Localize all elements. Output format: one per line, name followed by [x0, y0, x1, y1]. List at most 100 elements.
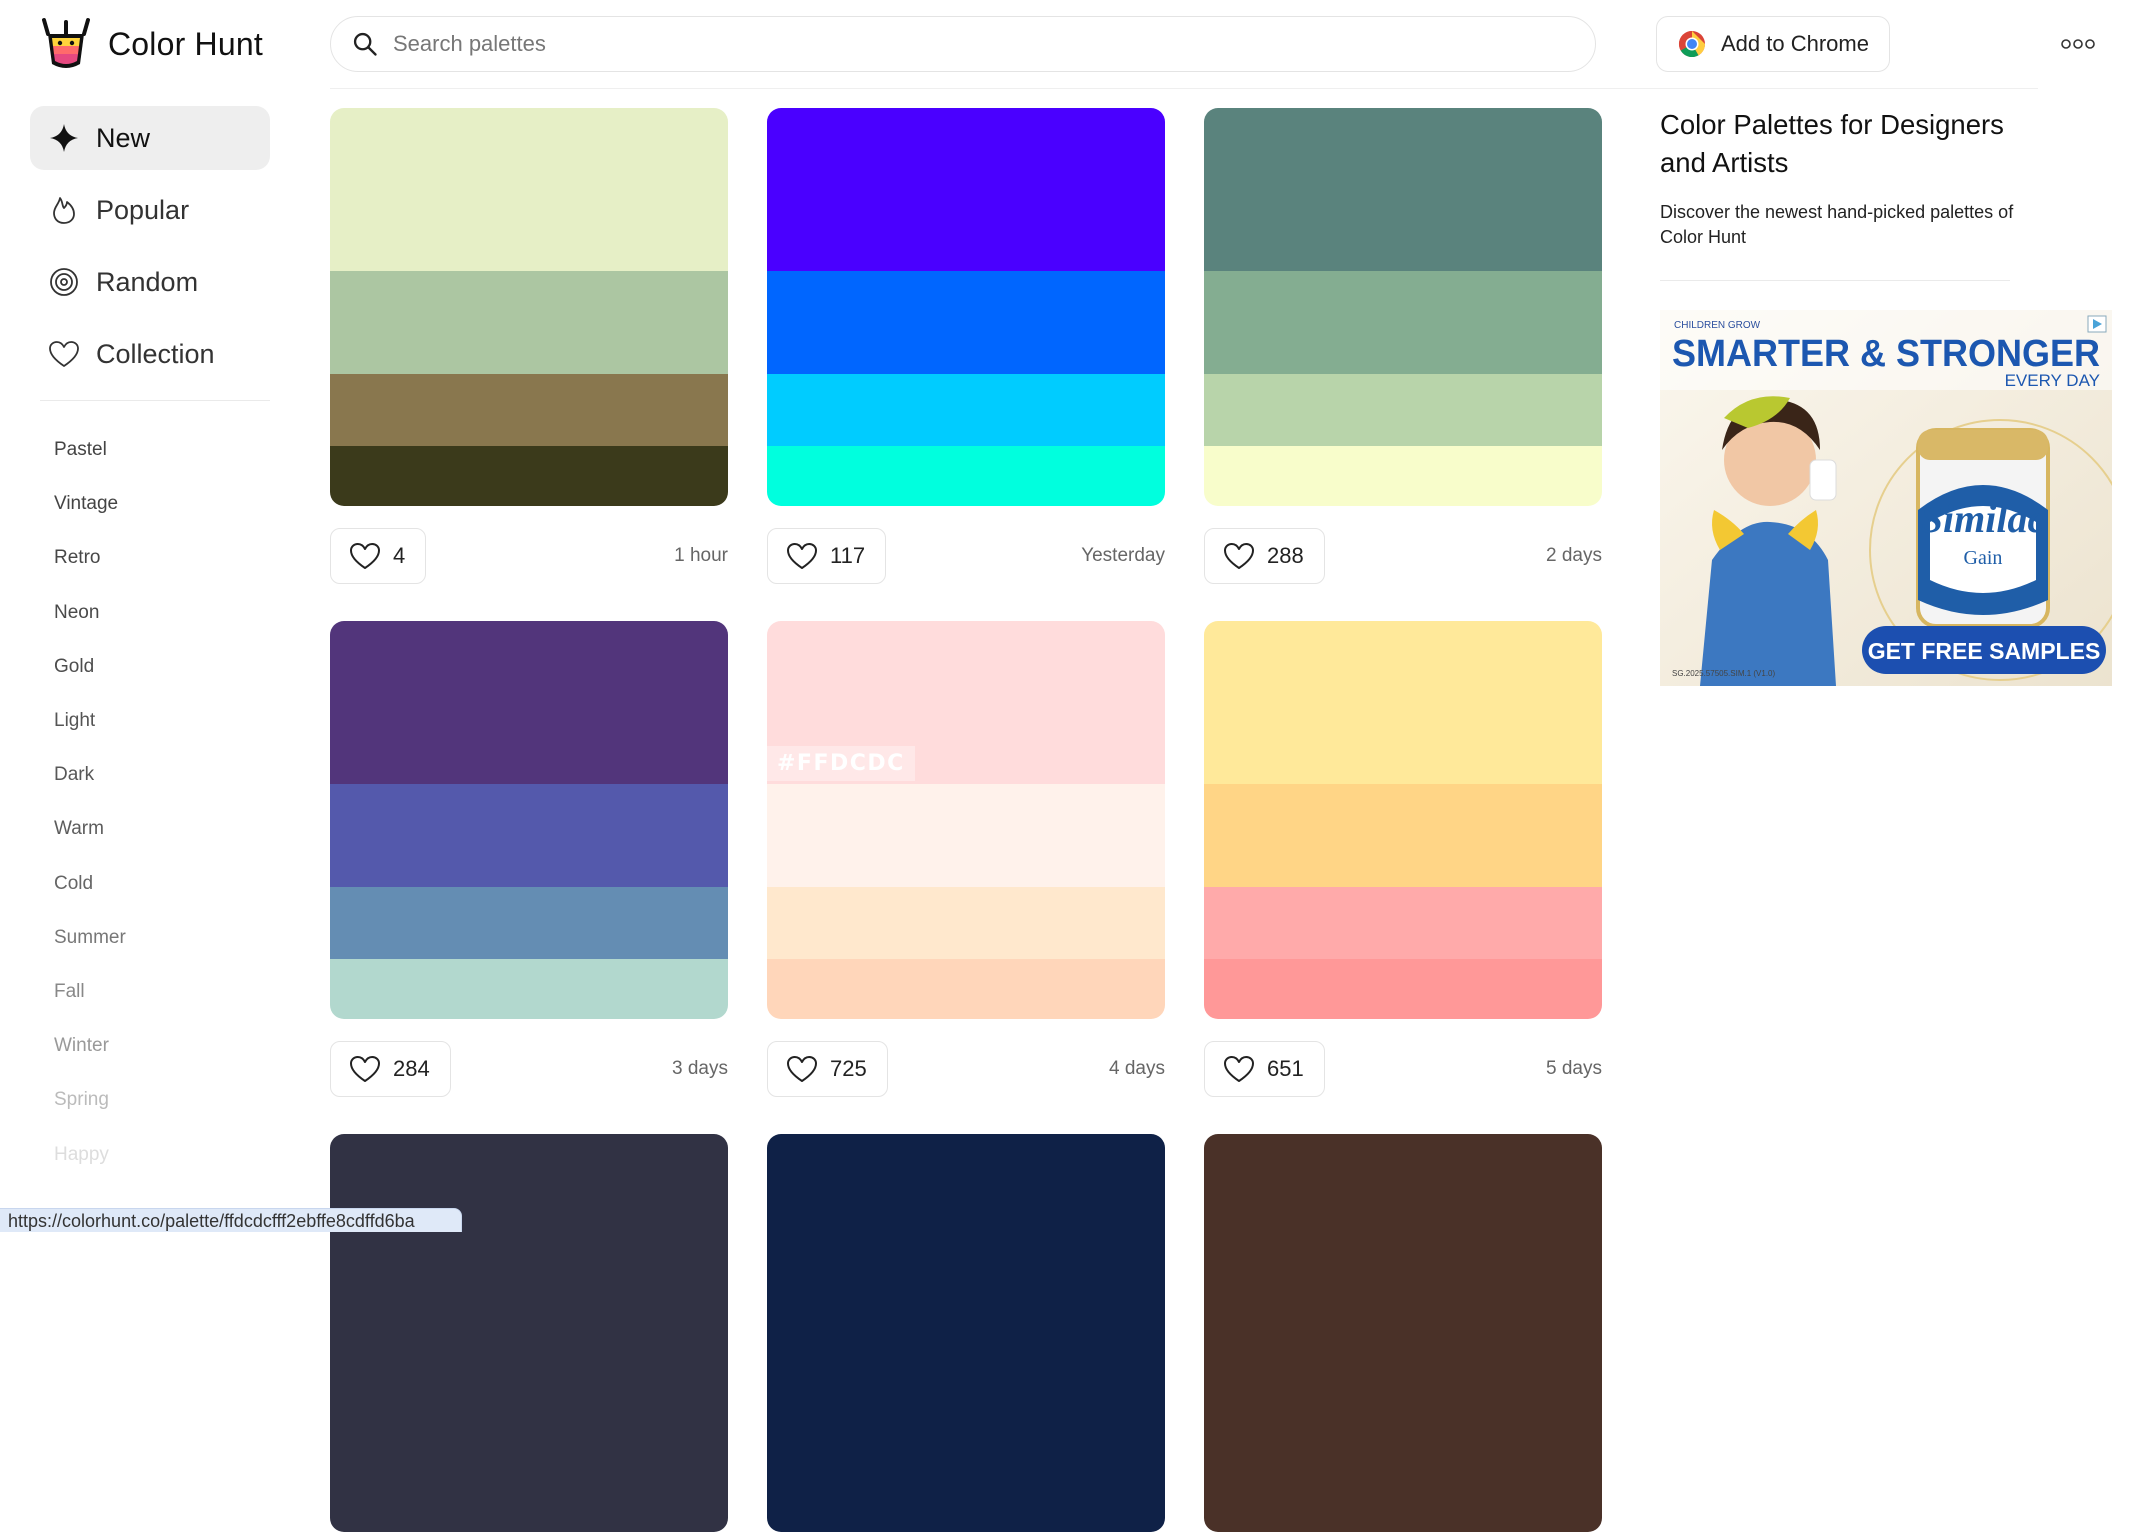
search-input[interactable]: [391, 30, 1575, 58]
palette-swatch[interactable]: [330, 621, 728, 1019]
color-band[interactable]: [767, 959, 1165, 1019]
color-band[interactable]: [767, 784, 1165, 887]
color-band[interactable]: [767, 108, 1165, 271]
color-band[interactable]: [1204, 1134, 1602, 1532]
palette-meta: 4 1 hour: [330, 528, 728, 584]
palette-card[interactable]: [767, 1134, 1165, 1532]
like-button[interactable]: 4: [330, 528, 427, 584]
tag-happy[interactable]: Happy: [30, 1127, 270, 1181]
palette-age: 1 hour: [674, 545, 728, 566]
color-band[interactable]: [330, 887, 728, 959]
color-band[interactable]: [330, 1134, 728, 1532]
color-band[interactable]: [1204, 784, 1602, 887]
chrome-icon: [1678, 30, 1706, 58]
tag-retro[interactable]: Retro: [30, 531, 270, 585]
like-button[interactable]: 284: [330, 1041, 451, 1097]
palette-meta: 117 Yesterday: [767, 528, 1165, 584]
color-band[interactable]: [330, 271, 728, 374]
like-button[interactable]: 725: [767, 1041, 888, 1097]
search-icon: [353, 32, 377, 56]
palette-swatch[interactable]: [330, 1134, 728, 1532]
palette-swatch[interactable]: [1204, 1134, 1602, 1532]
tag-light[interactable]: Light: [30, 694, 270, 748]
heart-icon: [787, 543, 817, 569]
sidebar-item-random[interactable]: Random: [30, 250, 270, 314]
palette-card[interactable]: 4 1 hour: [330, 108, 728, 584]
tag-spring[interactable]: Spring: [30, 1073, 270, 1127]
color-band[interactable]: [1204, 621, 1602, 784]
palette-swatch[interactable]: [1204, 108, 1602, 506]
palette-meta: 651 5 days: [1204, 1041, 1602, 1097]
sidebar-item-label: Collection: [96, 338, 215, 369]
color-band[interactable]: [1204, 959, 1602, 1019]
like-button[interactable]: 117: [767, 528, 887, 584]
color-band[interactable]: [1204, 374, 1602, 446]
color-band[interactable]: [767, 271, 1165, 374]
like-count: 725: [830, 1056, 867, 1081]
color-band[interactable]: [1204, 887, 1602, 959]
ad-small-print: SG.2025.57505.SIM.1 (V1.0): [1672, 669, 1776, 678]
color-band[interactable]: [330, 784, 728, 887]
color-band[interactable]: [767, 374, 1165, 446]
palette-age: 2 days: [1546, 545, 1602, 566]
sidebar-item-new[interactable]: New: [30, 106, 270, 170]
color-band[interactable]: [767, 1134, 1165, 1532]
color-band[interactable]: [330, 374, 728, 446]
palette-card[interactable]: 284 3 days: [330, 621, 728, 1097]
ad-headline: SMARTER & STRONGER: [1672, 333, 2100, 375]
color-band[interactable]: [1204, 446, 1602, 506]
like-count: 288: [1267, 543, 1304, 568]
more-menu-button[interactable]: [2056, 26, 2100, 62]
add-to-chrome-button[interactable]: Add to Chrome: [1656, 16, 1890, 72]
heart-icon: [350, 1056, 380, 1082]
palette-swatch[interactable]: [330, 108, 728, 506]
heart-icon: [1224, 543, 1254, 569]
advertisement-banner[interactable]: CHILDREN GROW SMARTER & STRONGER EVERY D…: [1660, 310, 2112, 686]
search-bar[interactable]: [330, 16, 1596, 72]
color-band[interactable]: [767, 446, 1165, 506]
like-button[interactable]: 651: [1204, 1041, 1325, 1097]
color-band[interactable]: [767, 887, 1165, 959]
color-band[interactable]: [330, 959, 728, 1019]
palette-card[interactable]: 288 2 days: [1204, 108, 1602, 584]
brand-logo[interactable]: Color Hunt: [40, 14, 263, 74]
color-band[interactable]: [330, 108, 728, 271]
color-band[interactable]: [1204, 108, 1602, 271]
heart-icon: [787, 1056, 817, 1082]
hex-code-label[interactable]: #FFDCDC: [767, 746, 915, 781]
like-button[interactable]: 288: [1204, 528, 1325, 584]
palette-swatch[interactable]: #FFDCDC: [767, 621, 1165, 1019]
tag-warm[interactable]: Warm: [30, 802, 270, 856]
tag-pastel[interactable]: Pastel: [30, 423, 270, 477]
intro-divider: [1660, 280, 2010, 281]
tag-fall[interactable]: Fall: [30, 965, 270, 1019]
color-band[interactable]: [1204, 271, 1602, 374]
ad-cta: GET FREE SAMPLES: [1868, 638, 2101, 664]
color-band[interactable]: [330, 621, 728, 784]
tag-winter[interactable]: Winter: [30, 1019, 270, 1073]
sidebar-item-collection[interactable]: Collection: [30, 322, 270, 386]
tag-vintage[interactable]: Vintage: [30, 477, 270, 531]
palette-card[interactable]: [330, 1134, 728, 1532]
palette-swatch[interactable]: [1204, 621, 1602, 1019]
ad-subline: EVERY DAY: [2005, 371, 2100, 390]
flame-icon: [53, 197, 75, 224]
more-dots-icon: [2061, 39, 2095, 49]
palette-swatch[interactable]: [767, 1134, 1165, 1532]
tag-dark[interactable]: Dark: [30, 748, 270, 802]
palette-card[interactable]: #FFDCDC 725 4 days: [767, 621, 1165, 1097]
palette-card[interactable]: 117 Yesterday: [767, 108, 1165, 584]
palette-swatch[interactable]: [767, 108, 1165, 506]
tag-neon[interactable]: Neon: [30, 586, 270, 640]
sidebar: New Popular Random Collection Pastel Vint…: [30, 106, 270, 1182]
tag-gold[interactable]: Gold: [30, 640, 270, 694]
heart-icon: [1224, 1056, 1254, 1082]
like-count: 4: [393, 543, 406, 568]
palette-card[interactable]: [1204, 1134, 1602, 1532]
palette-card[interactable]: 651 5 days: [1204, 621, 1602, 1097]
sidebar-item-popular[interactable]: Popular: [30, 178, 270, 242]
sparkle-icon: [50, 124, 78, 152]
color-band[interactable]: [330, 446, 728, 506]
tag-cold[interactable]: Cold: [30, 857, 270, 911]
tag-summer[interactable]: Summer: [30, 911, 270, 965]
